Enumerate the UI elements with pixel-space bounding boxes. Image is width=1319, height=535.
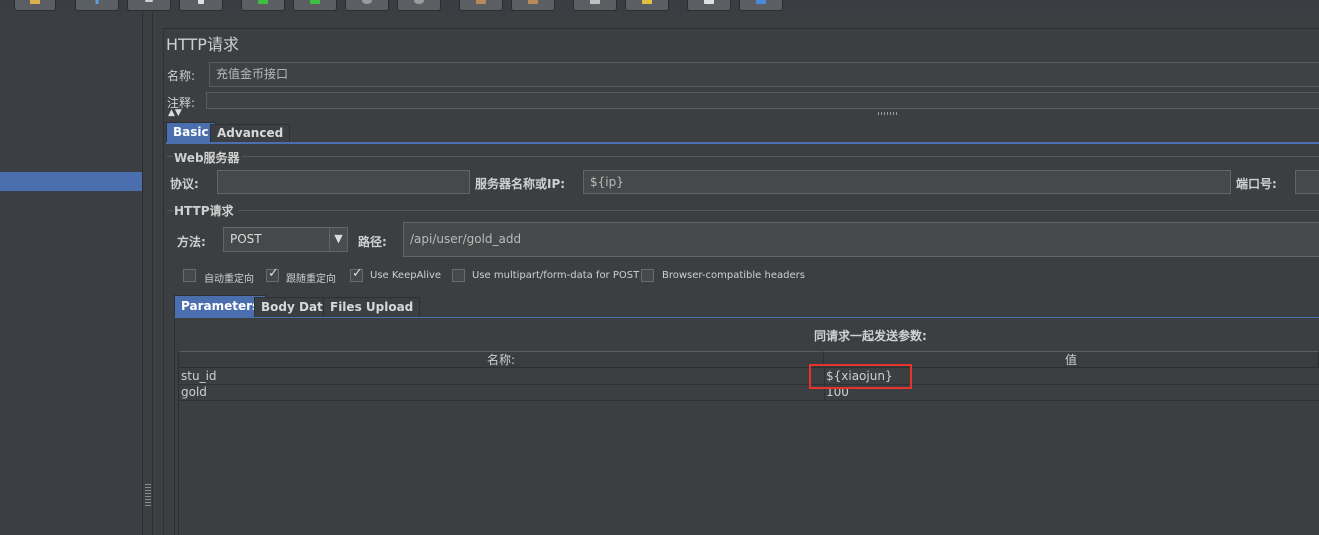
- tab-underline: [166, 142, 1319, 144]
- check-icon: ✓: [352, 266, 363, 281]
- stop-icon: [362, 0, 372, 4]
- eraser-icon: [642, 0, 652, 4]
- http-request-group-title: HTTP请求: [174, 204, 234, 218]
- minus-icon: [145, 0, 153, 2]
- follow-redirect-label: 跟随重定向: [286, 274, 336, 285]
- list-icon: [704, 0, 714, 4]
- multipart-checkbox[interactable]: [452, 269, 465, 282]
- tree-selected-item[interactable]: [0, 172, 142, 191]
- protocol-label: 协议:: [170, 177, 199, 191]
- protocol-field[interactable]: [217, 170, 470, 194]
- play-icon: [258, 0, 268, 4]
- tab-files-upload[interactable]: Files Upload: [323, 297, 421, 317]
- clear-button[interactable]: [459, 0, 503, 11]
- clear-all-button[interactable]: [511, 0, 555, 11]
- parameters-table[interactable]: 名称: 值 stu_id ${xiaojun} gold 100: [178, 351, 1319, 535]
- broom-icon: [476, 0, 486, 4]
- table-row-name[interactable]: gold: [179, 384, 824, 400]
- help-icon: [756, 0, 766, 4]
- chevron-down-icon[interactable]: ▼: [329, 228, 347, 251]
- group-line: [238, 210, 1319, 211]
- search-button[interactable]: [573, 0, 617, 11]
- name-field[interactable]: 充值金币接口: [209, 62, 1319, 87]
- plus-icon: [95, 0, 99, 4]
- save-icon: [30, 0, 40, 4]
- follow-redirect-checkbox[interactable]: ✓: [266, 266, 279, 282]
- shutdown-button[interactable]: [397, 0, 441, 11]
- main-panel: HTTP请求 名称: 充值金币接口 注释: ▲▼ Basic Advanced …: [153, 12, 1319, 535]
- splitter-grip-icon[interactable]: [145, 484, 151, 506]
- splitter[interactable]: [143, 12, 153, 535]
- test-plan-tree[interactable]: [0, 12, 143, 535]
- row-divider: [179, 400, 1319, 401]
- params-caption: 同请求一起发送参数:: [814, 329, 927, 343]
- server-label: 服务器名称或IP:: [475, 177, 566, 191]
- path-field[interactable]: /api/user/gold_add: [403, 222, 1319, 257]
- function-helper-button[interactable]: [687, 0, 731, 11]
- group-line: [242, 156, 1319, 157]
- multipart-label: Use multipart/form-data for POST: [472, 270, 640, 281]
- tab-advanced[interactable]: Advanced: [210, 124, 291, 142]
- comment-field[interactable]: [206, 92, 1319, 109]
- auto-redirect-checkbox[interactable]: [183, 269, 196, 282]
- browser-compatible-label: Browser-compatible headers: [662, 270, 805, 281]
- keepalive-checkbox[interactable]: ✓: [350, 266, 363, 282]
- save-button[interactable]: [14, 0, 56, 11]
- highlight-annotation: [809, 364, 912, 389]
- start-button[interactable]: [241, 0, 285, 11]
- toolbar: [0, 0, 1319, 12]
- auto-redirect-label: 自动重定向: [204, 274, 254, 285]
- divider-grip-icon[interactable]: [878, 112, 898, 115]
- name-label: 名称:: [167, 69, 196, 83]
- tab-basic[interactable]: Basic: [166, 122, 216, 142]
- collapse-button[interactable]: [127, 0, 171, 11]
- method-select[interactable]: POST ▼: [223, 227, 348, 252]
- toggle-icon: [198, 0, 204, 4]
- reset-search-button[interactable]: [625, 0, 669, 11]
- table-row-name[interactable]: stu_id: [179, 368, 824, 384]
- web-server-group-title: Web服务器: [174, 151, 240, 165]
- expand-button[interactable]: [75, 0, 119, 11]
- panel-title: HTTP请求: [166, 35, 239, 54]
- brooms-icon: [528, 0, 538, 4]
- help-button[interactable]: [739, 0, 783, 11]
- shutdown-icon: [414, 0, 424, 4]
- method-label: 方法:: [177, 235, 206, 249]
- start-no-pause-button[interactable]: [293, 0, 337, 11]
- stop-button[interactable]: [345, 0, 389, 11]
- sampler-editor: HTTP请求 名称: 充值金币接口 注释: ▲▼ Basic Advanced …: [163, 28, 1319, 535]
- browser-compatible-checkbox[interactable]: [641, 269, 654, 282]
- method-value: POST: [230, 232, 262, 246]
- collapse-arrows-icon[interactable]: ▲▼: [168, 109, 182, 118]
- keepalive-label: Use KeepAlive: [370, 270, 442, 281]
- path-label: 路径:: [358, 235, 387, 249]
- column-header-name[interactable]: 名称:: [179, 351, 824, 368]
- port-label: 端口号:: [1236, 177, 1277, 191]
- tab-parameters[interactable]: Parameters: [174, 295, 267, 317]
- group-line: [167, 210, 173, 211]
- check-icon: ✓: [268, 266, 279, 281]
- toggle-button[interactable]: [179, 0, 223, 11]
- binoculars-icon: [590, 0, 600, 4]
- parameters-panel: 同请求一起发送参数: 名称: 值 stu_id ${xiaojun} gold …: [174, 317, 1319, 535]
- play-timer-icon: [310, 0, 320, 4]
- group-line: [167, 156, 173, 157]
- port-field[interactable]: [1295, 170, 1319, 194]
- server-field[interactable]: ${ip}: [583, 170, 1231, 194]
